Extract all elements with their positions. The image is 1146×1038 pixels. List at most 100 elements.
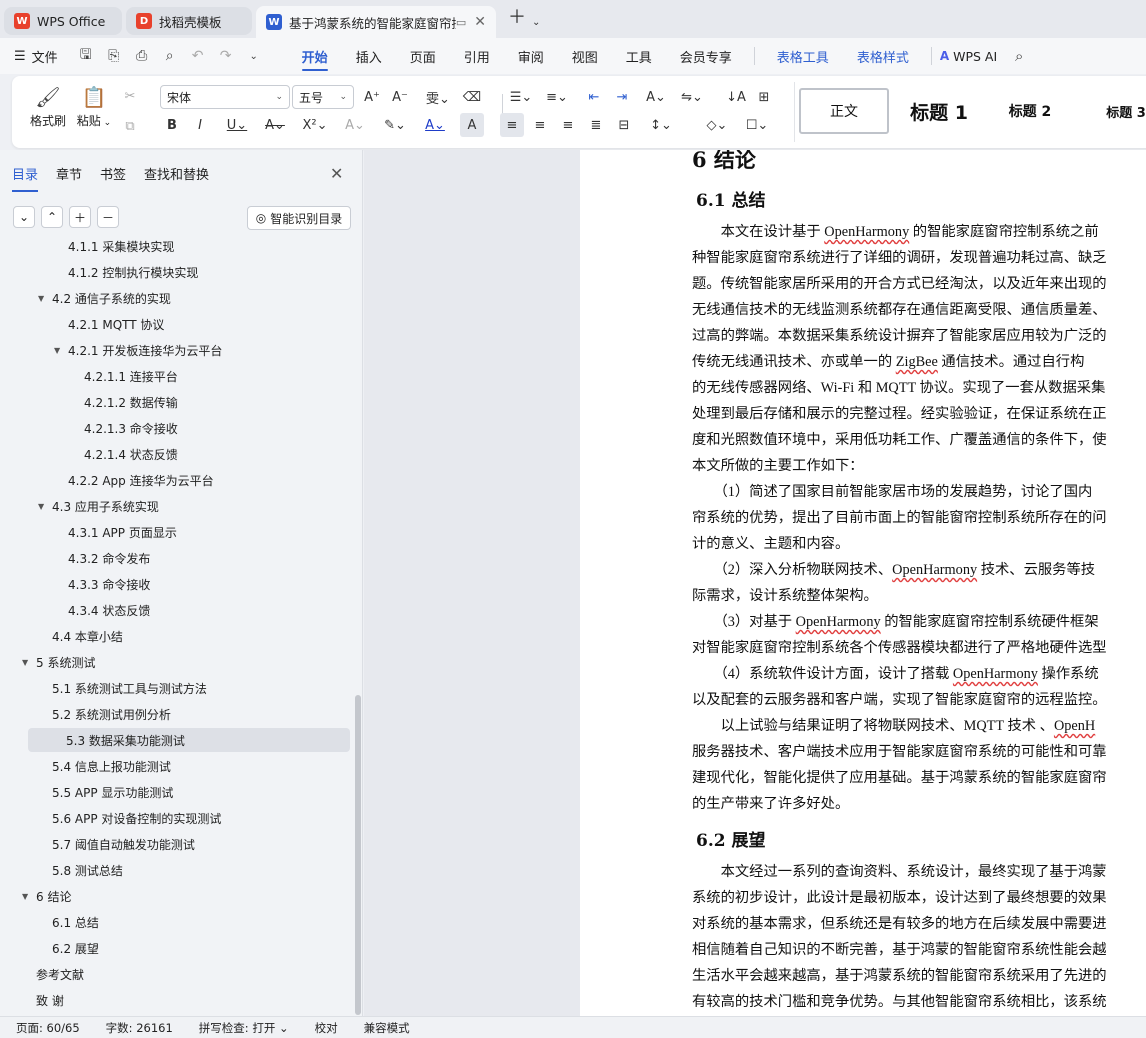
font-family-select[interactable]: 宋体 ⌄ <box>160 85 290 109</box>
grow-font-icon[interactable]: A⁺ <box>360 85 384 109</box>
menu-table-style[interactable]: 表格样式 <box>843 38 923 74</box>
shrink-font-icon[interactable]: A⁻ <box>388 85 412 109</box>
proofread[interactable]: 校对 <box>315 1020 338 1036</box>
toc-item[interactable]: 4.2.1.2 数据传输 <box>70 390 178 414</box>
chevron-down-icon[interactable]: ⌄ <box>532 17 540 28</box>
highlight-icon[interactable]: ✎⌄ <box>378 113 412 137</box>
toc-item[interactable]: 4.3.2 命令发布 <box>54 546 150 570</box>
style-heading-3[interactable]: 标题 3 <box>1091 88 1146 134</box>
toc-item[interactable]: ▼ 6 结论 <box>22 884 71 908</box>
menu-page[interactable]: 页面 <box>396 38 450 74</box>
font-size-select[interactable]: 五号 ⌄ <box>292 85 354 109</box>
align-right-icon[interactable]: ≡ <box>556 113 580 137</box>
print-preview-icon[interactable]: ⌕ <box>158 44 182 68</box>
new-tab-icon[interactable]: ＋ <box>508 3 526 29</box>
toc-item[interactable]: 4.3.4 状态反馈 <box>54 598 150 622</box>
toc-item[interactable]: ▼ 4.2 通信子系统的实现 <box>38 286 171 310</box>
clear-format-icon[interactable]: ⌫ <box>460 85 484 109</box>
expand-up-icon[interactable]: ⌃ <box>41 206 63 228</box>
toc-item[interactable]: 5.8 测试总结 <box>38 858 123 882</box>
style-normal[interactable]: 正文 <box>799 88 889 134</box>
chevron-down-icon[interactable]: ⌄ <box>242 44 266 68</box>
close-panel-icon[interactable]: ✕ <box>330 164 343 183</box>
toc-item[interactable]: 6.1 总结 <box>38 910 99 934</box>
collapse-icon[interactable]: ⌄ <box>13 206 35 228</box>
search-icon[interactable]: ⌕ <box>1007 44 1031 68</box>
toc-item[interactable]: ▼ 5 系统测试 <box>22 650 95 674</box>
wps-ai-button[interactable]: WPS AI <box>953 49 997 64</box>
document-page[interactable]: 6 结论 6.1 总结 本文在设计基于 OpenHarmony 的智能家庭窗帘控… <box>580 150 1146 1016</box>
panel-tab-find-replace[interactable]: 查找和替换 <box>144 164 209 188</box>
toc-item[interactable]: 4.4 本章小结 <box>38 624 123 648</box>
bullet-list-icon[interactable]: ☰⌄ <box>506 85 536 109</box>
save-icon[interactable]: 🖫 <box>74 44 98 68</box>
toc-item[interactable]: 4.2.2 App 连接华为云平台 <box>54 468 214 492</box>
word-count[interactable]: 字数: 26161 <box>106 1020 173 1036</box>
border-icon[interactable]: ☐⌄ <box>740 113 774 137</box>
file-menu[interactable]: 文件 <box>32 47 58 66</box>
window-icon[interactable]: ▭ <box>456 16 466 29</box>
toc-scrollbar[interactable] <box>355 695 361 1015</box>
caret-down-icon[interactable]: ▼ <box>54 346 68 355</box>
add-heading-icon[interactable]: ＋ <box>69 206 91 228</box>
toc-item[interactable]: 4.2.1.3 命令接收 <box>70 416 178 440</box>
toc-item[interactable]: 4.2.1.1 连接平台 <box>70 364 178 388</box>
decrease-indent-icon[interactable]: ⇤ <box>582 85 606 109</box>
undo-icon[interactable]: ↶ <box>186 44 210 68</box>
smart-toc-button[interactable]: ◎ 智能识别目录 <box>247 206 351 230</box>
menu-view[interactable]: 视图 <box>558 38 612 74</box>
caret-down-icon[interactable]: ▼ <box>22 892 36 901</box>
distribute-icon[interactable]: ⊟ <box>612 113 636 137</box>
panel-tab-bookmarks[interactable]: 书签 <box>100 164 126 188</box>
paste-button[interactable]: 📋 粘贴 ⌄ <box>72 82 116 129</box>
style-heading-2[interactable]: 标题 2 <box>995 88 1065 134</box>
redo-icon[interactable]: ↷ <box>214 44 238 68</box>
font-color-icon[interactable]: A⌄ <box>418 113 452 137</box>
page-count[interactable]: 页面: 60/65 <box>16 1020 80 1036</box>
close-tab-icon[interactable]: ✕ <box>474 14 486 30</box>
menu-home[interactable]: 开始 <box>288 38 342 74</box>
numbered-list-icon[interactable]: ≡⌄ <box>542 85 572 109</box>
char-shading-icon[interactable]: A <box>460 113 484 137</box>
justify-icon[interactable]: ≣ <box>584 113 608 137</box>
phonetic-guide-icon[interactable]: 雯⌄ <box>420 85 456 109</box>
align-left-icon[interactable]: ≡ <box>500 113 524 137</box>
toc-item[interactable]: 4.1.2 控制执行模块实现 <box>54 260 198 284</box>
toc-item[interactable]: 参考文献 <box>22 962 84 986</box>
menu-tools[interactable]: 工具 <box>612 38 666 74</box>
print-icon[interactable]: ⎙ <box>130 44 154 68</box>
toc-item[interactable]: 5.6 APP 对设备控制的实现测试 <box>38 806 221 830</box>
toc-item[interactable]: 5.7 阈值自动触发功能测试 <box>38 832 195 856</box>
toc-item[interactable]: 5.2 系统测试用例分析 <box>38 702 171 726</box>
increase-indent-icon[interactable]: ⇥ <box>610 85 634 109</box>
toc-item[interactable]: 4.1.1 采集模块实现 <box>54 238 174 258</box>
style-heading-1[interactable]: 标题 1 <box>899 88 979 134</box>
toc-item[interactable]: 5.5 APP 显示功能测试 <box>38 780 173 804</box>
align-center-icon[interactable]: ≡ <box>528 113 552 137</box>
bold-icon[interactable]: B <box>160 113 184 137</box>
panel-tab-sections[interactable]: 章节 <box>56 164 82 188</box>
toc-item[interactable]: 致 谢 <box>22 988 64 1012</box>
menu-references[interactable]: 引用 <box>450 38 504 74</box>
remove-heading-icon[interactable]: － <box>97 206 119 228</box>
toc-item[interactable]: 4.3.3 命令接收 <box>54 572 150 596</box>
caret-down-icon[interactable]: ▼ <box>38 294 52 303</box>
shading-icon[interactable]: ◇⌄ <box>700 113 734 137</box>
strikethrough-icon[interactable]: A⌄ <box>258 113 292 137</box>
toc-item[interactable]: 5.4 信息上报功能测试 <box>38 754 171 778</box>
toc-item[interactable]: 5.1 系统测试工具与测试方法 <box>38 676 207 700</box>
toc-item[interactable]: 5.3 数据采集功能测试 <box>28 728 350 752</box>
hamburger-icon[interactable]: ☰ <box>14 49 26 64</box>
menu-insert[interactable]: 插入 <box>342 38 396 74</box>
export-icon[interactable]: ⎘ <box>102 44 126 68</box>
toc-item[interactable]: 6.2 展望 <box>38 936 99 960</box>
toc-item[interactable]: ▼ 4.3 应用子系统实现 <box>38 494 159 518</box>
sort-icon[interactable]: ↓A <box>724 85 748 109</box>
underline-icon[interactable]: U⌄ <box>220 113 254 137</box>
text-direction-icon[interactable]: A⌄ <box>640 85 672 109</box>
caret-down-icon[interactable]: ▼ <box>22 658 36 667</box>
text-effect-icon[interactable]: A⌄ <box>338 113 372 137</box>
tab-wps-office[interactable]: W WPS Office <box>4 7 122 35</box>
italic-icon[interactable]: I <box>188 113 212 137</box>
line-spacing-icon[interactable]: ↕⌄ <box>644 113 678 137</box>
